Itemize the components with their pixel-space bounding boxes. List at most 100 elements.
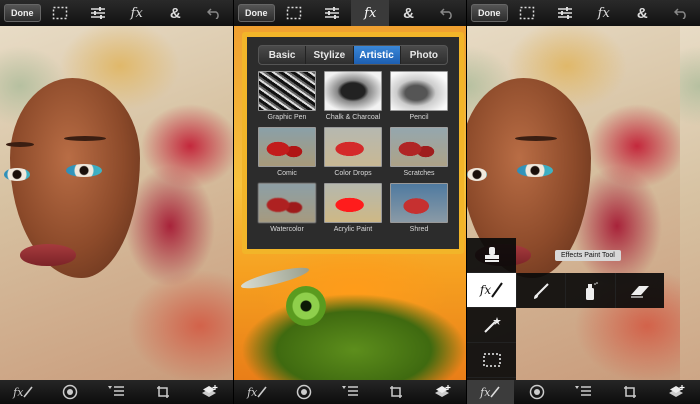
filter-label: Graphic Pen: [267, 114, 307, 121]
brush-icon[interactable]: [516, 273, 565, 308]
bottom-toolbar: fx: [0, 380, 233, 404]
filter-chalk-charcoal[interactable]: Chalk & Charcoal: [324, 71, 382, 125]
filter-watercolor[interactable]: Watercolor: [258, 183, 316, 237]
chameleon-artwork: [234, 260, 466, 380]
fx-icon[interactable]: fx: [585, 0, 624, 26]
done-button[interactable]: Done: [238, 4, 275, 22]
tab-photo[interactable]: Photo: [401, 46, 447, 64]
top-toolbar: Done fx &: [467, 0, 700, 26]
undo-icon[interactable]: [428, 0, 466, 26]
panel-tools: Done fx & Effects Paint Tool fx fx: [467, 0, 700, 404]
select-icon[interactable]: [275, 0, 313, 26]
fx-brush-label: fx: [13, 385, 24, 399]
tool-column: fx: [467, 238, 516, 380]
fx-label: fx: [597, 5, 610, 21]
circle-icon[interactable]: [280, 380, 326, 404]
select-icon[interactable]: [508, 0, 547, 26]
fx-label: fx: [364, 5, 377, 21]
filter-label: Acrylic Paint: [333, 226, 373, 233]
select-icon[interactable]: [41, 0, 80, 26]
tool-tooltip: Effects Paint Tool: [555, 250, 621, 261]
ampersand-icon[interactable]: &: [156, 0, 195, 26]
fx-label: fx: [130, 5, 143, 21]
tab-artistic[interactable]: Artistic: [353, 46, 401, 64]
marquee-select-icon[interactable]: [467, 343, 516, 378]
filter-label: Watercolor: [270, 226, 304, 233]
top-toolbar: Done fx &: [0, 0, 233, 26]
filter-thumbnail: [390, 71, 448, 111]
tab-basic[interactable]: Basic: [259, 46, 307, 64]
filter-category-tabs: Basic Stylize Artistic Photo: [258, 45, 448, 65]
eye: [467, 168, 487, 181]
ampersand-label: &: [636, 4, 648, 22]
lips: [20, 244, 76, 266]
filter-color-drops[interactable]: Color Drops: [324, 127, 382, 181]
filter-thumbnail: [324, 127, 382, 167]
add-layer-icon[interactable]: [186, 380, 233, 404]
paint-tool-row: [516, 273, 664, 308]
ampersand-icon[interactable]: &: [389, 0, 427, 26]
done-button[interactable]: Done: [471, 4, 508, 22]
effects-paint-icon[interactable]: fx: [0, 380, 47, 404]
layers-list-icon[interactable]: [93, 380, 140, 404]
eraser-icon[interactable]: [614, 273, 664, 308]
circle-icon[interactable]: [47, 380, 94, 404]
fx-icon[interactable]: fx: [118, 0, 157, 26]
filter-label: Scratches: [403, 170, 435, 177]
undo-icon[interactable]: [662, 0, 700, 26]
fx-tool-label: fx: [479, 283, 492, 297]
filter-thumbnail: [390, 127, 448, 167]
adjust-icon[interactable]: [313, 0, 351, 26]
add-layer-icon[interactable]: [420, 380, 466, 404]
filter-thumbnail: [390, 183, 448, 223]
layers-list-icon[interactable]: [560, 380, 607, 404]
bottom-toolbar: fx: [234, 380, 466, 404]
filter-label: Comic: [277, 170, 297, 177]
filter-label: Pencil: [409, 114, 429, 121]
add-layer-icon[interactable]: [653, 380, 700, 404]
filter-thumbnail: [258, 183, 316, 223]
panel-original: Done fx & fx: [0, 0, 233, 404]
artwork-canvas[interactable]: [0, 26, 233, 380]
spray-icon[interactable]: [565, 273, 614, 308]
ampersand-label: &: [169, 4, 181, 22]
crop-icon[interactable]: [140, 380, 187, 404]
stamp-tool-icon[interactable]: [467, 238, 516, 273]
effects-paint-tool-icon[interactable]: fx: [467, 273, 516, 308]
filter-label: Chalk & Charcoal: [325, 114, 381, 121]
filter-comic[interactable]: Comic: [258, 127, 316, 181]
eye: [4, 168, 30, 181]
filter-thumbnail: [324, 71, 382, 111]
undo-icon[interactable]: [195, 0, 234, 26]
fx-icon[interactable]: fx: [351, 0, 390, 26]
panel-filters: Done fx & Basic Stylize Artistic Photo G…: [234, 0, 466, 404]
chameleon-eye: [286, 286, 326, 326]
filter-label: Color Drops: [334, 170, 372, 177]
filter-scratches[interactable]: Scratches: [390, 127, 448, 181]
filter-thumbnail: [258, 71, 316, 111]
eyebrow: [6, 142, 34, 147]
layers-list-icon[interactable]: [327, 380, 373, 404]
magic-wand-icon[interactable]: [467, 308, 516, 343]
adjust-icon[interactable]: [79, 0, 118, 26]
eye: [517, 164, 553, 177]
crop-icon[interactable]: [607, 380, 654, 404]
filter-label: Shred: [409, 226, 429, 233]
filter-graphic-pen[interactable]: Graphic Pen: [258, 71, 316, 125]
filter-dialog: Basic Stylize Artistic Photo Graphic Pen…: [242, 32, 464, 254]
ampersand-icon[interactable]: &: [623, 0, 662, 26]
ampersand-label: &: [403, 4, 414, 22]
circle-icon[interactable]: [514, 380, 561, 404]
effects-paint-icon[interactable]: fx: [467, 380, 514, 404]
eyebrow: [515, 136, 557, 141]
filter-pencil[interactable]: Pencil: [390, 71, 448, 125]
bottom-toolbar: fx: [467, 380, 700, 404]
filter-grid: Graphic Pen Chalk & Charcoal Pencil Comi…: [247, 71, 459, 237]
crop-icon[interactable]: [373, 380, 419, 404]
tab-stylize[interactable]: Stylize: [306, 46, 354, 64]
adjust-icon[interactable]: [546, 0, 585, 26]
effects-paint-icon[interactable]: fx: [234, 380, 280, 404]
filter-acrylic-paint[interactable]: Acrylic Paint: [324, 183, 382, 237]
filter-shred[interactable]: Shred: [390, 183, 448, 237]
done-button[interactable]: Done: [4, 4, 41, 22]
